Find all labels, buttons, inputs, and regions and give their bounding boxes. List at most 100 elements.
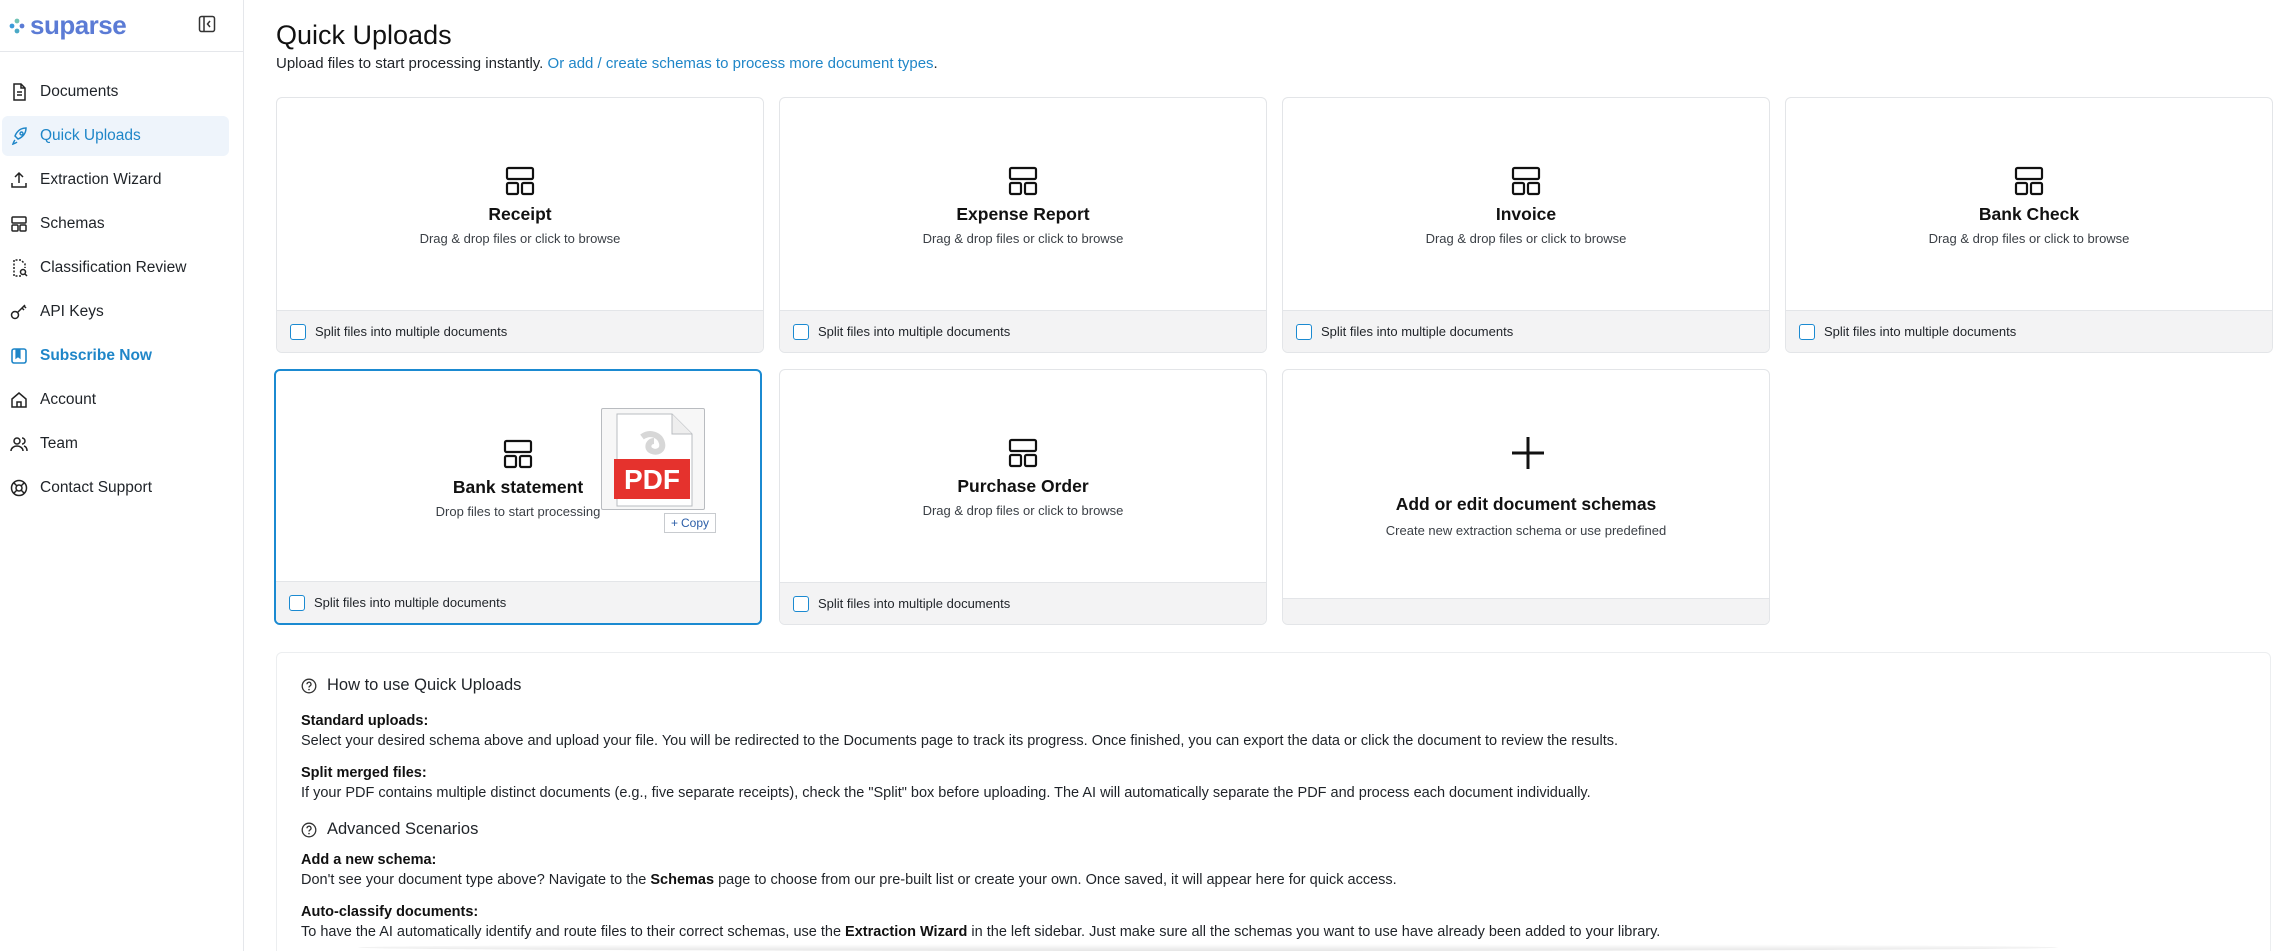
sidebar-item-contact-support[interactable]: Contact Support <box>2 468 229 508</box>
sidebar-item-documents[interactable]: Documents <box>2 72 229 112</box>
split-label[interactable]: Split files into multiple documents <box>1321 324 1513 339</box>
main-content: Quick Uploads Upload files to start proc… <box>274 0 2285 951</box>
collapse-sidebar-icon[interactable] <box>198 15 216 33</box>
sidebar-item-label: Classification Review <box>40 259 187 276</box>
schema-icon <box>1511 166 1541 196</box>
app-logo[interactable]: suparse <box>8 10 127 41</box>
sidebar-item-label: API Keys <box>40 303 104 320</box>
dropzone[interactable]: Invoice Drag & drop files or click to br… <box>1283 98 1769 312</box>
sidebar-item-team[interactable]: Team <box>2 424 229 464</box>
split-checkbox[interactable] <box>1799 323 1815 340</box>
split-option: Split files into multiple documents <box>276 581 760 623</box>
upload-card-purchase-order[interactable]: Purchase Order Drag & drop files or clic… <box>779 369 1267 625</box>
schema-icon <box>1008 166 1038 196</box>
split-label[interactable]: Split files into multiple documents <box>818 324 1010 339</box>
auto-classify-text: To have the AI automatically identify an… <box>301 924 1660 940</box>
brand-name: suparse <box>30 10 127 40</box>
help-heading: How to use Quick Uploads <box>301 676 521 695</box>
schema-icon <box>1008 438 1038 468</box>
card-title: Receipt <box>488 204 552 224</box>
sidebar-item-schemas[interactable]: Schemas <box>2 204 229 244</box>
help-panel: How to use Quick Uploads Standard upload… <box>276 652 2271 951</box>
advanced-heading-text: Advanced Scenarios <box>327 820 479 838</box>
page-title: Quick Uploads <box>276 20 452 50</box>
split-label[interactable]: Split files into multiple documents <box>1824 324 2016 339</box>
sidebar-nav: Documents Quick Uploads Extraction Wizar… <box>0 52 243 508</box>
subtitle-text: Upload files to start processing instant… <box>276 55 548 72</box>
extraction-wizard-bold: Extraction Wizard <box>845 924 968 940</box>
sidebar-item-label: Team <box>40 435 78 452</box>
pdf-file-icon: PDF <box>614 413 693 507</box>
sidebar-item-label: Contact Support <box>40 479 153 496</box>
brand-bar: suparse <box>0 0 243 52</box>
split-option: Split files into multiple documents <box>1283 310 1769 352</box>
team-icon <box>10 437 28 452</box>
sidebar-item-quick-uploads[interactable]: Quick Uploads <box>2 116 229 156</box>
add-card-footer <box>1283 598 1769 624</box>
subtitle-end: . <box>933 55 938 72</box>
dragged-file-preview: PDF <box>601 408 705 510</box>
sidebar-item-api-keys[interactable]: API Keys <box>2 292 229 332</box>
schema-icon <box>11 216 27 232</box>
add-schema-card[interactable]: Add or edit document schemas Create new … <box>1282 369 1770 625</box>
upload-card-receipt[interactable]: Receipt Drag & drop files or click to br… <box>276 97 764 353</box>
schema-icon <box>503 439 533 469</box>
sidebar-item-label: Quick Uploads <box>40 127 141 144</box>
sidebar-item-extraction-wizard[interactable]: Extraction Wizard <box>2 160 229 200</box>
upload-card-expense-report[interactable]: Expense Report Drag & drop files or clic… <box>779 97 1267 353</box>
split-label[interactable]: Split files into multiple documents <box>315 324 507 339</box>
dropzone[interactable]: Purchase Order Drag & drop files or clic… <box>780 370 1266 584</box>
upload-card-bank-check[interactable]: Bank Check Drag & drop files or click to… <box>1785 97 2273 353</box>
advanced-heading: Advanced Scenarios <box>301 820 478 839</box>
upload-card-invoice[interactable]: Invoice Drag & drop files or click to br… <box>1282 97 1770 353</box>
split-label[interactable]: Split files into multiple documents <box>818 596 1010 611</box>
card-title: Invoice <box>1495 204 1557 224</box>
help-text-part: page to choose from our pre-built list o… <box>714 872 1397 888</box>
bottom-scroll-shadow <box>358 944 2058 951</box>
split-files-title: Split merged files: <box>301 765 427 781</box>
standard-uploads-title: Standard uploads: <box>301 713 429 729</box>
split-checkbox[interactable] <box>793 595 809 612</box>
support-icon <box>10 479 28 497</box>
copy-label: Copy <box>681 516 710 530</box>
help-text-part: Don't see your document type above? Navi… <box>301 872 651 888</box>
plus-icon <box>1512 437 1544 469</box>
sidebar-item-classification-review[interactable]: Classification Review <box>2 248 229 288</box>
card-hint: Drag & drop files or click to browse <box>419 231 621 246</box>
dropzone[interactable]: Receipt Drag & drop files or click to br… <box>277 98 763 312</box>
sidebar-item-account[interactable]: Account <box>2 380 229 420</box>
schema-icon <box>505 166 535 196</box>
split-files-text: If your PDF contains multiple distinct d… <box>301 785 1591 801</box>
add-schema-title: Add or edit document schemas <box>1395 494 1657 514</box>
card-title: Purchase Order <box>957 476 1089 496</box>
help-text-part: in the left sidebar. Just make sure all … <box>967 924 1661 940</box>
dropzone[interactable]: Expense Report Drag & drop files or clic… <box>780 98 1266 312</box>
upload-icon <box>11 171 27 188</box>
card-hint: Drop files to start processing <box>435 504 601 519</box>
drag-copy-badge: + Copy <box>664 513 717 533</box>
schema-icon <box>2014 166 2044 196</box>
split-checkbox[interactable] <box>289 594 305 611</box>
add-schema-hint: Create new extraction schema or use pred… <box>1385 523 1667 538</box>
card-hint: Drag & drop files or click to browse <box>922 231 1124 246</box>
card-title: Expense Report <box>956 204 1090 224</box>
sidebar-item-label: Extraction Wizard <box>40 171 162 188</box>
card-hint: Drag & drop files or click to browse <box>1425 231 1627 246</box>
split-checkbox[interactable] <box>793 323 809 340</box>
help-heading-text: How to use Quick Uploads <box>327 676 522 694</box>
split-checkbox[interactable] <box>1296 323 1312 340</box>
sidebar-item-label: Account <box>40 391 97 408</box>
sidebar-item-label: Documents <box>40 83 119 100</box>
schemas-link[interactable]: Or add / create schemas to process more … <box>548 55 934 72</box>
split-checkbox[interactable] <box>290 323 306 340</box>
schemas-bold: Schemas <box>650 872 715 888</box>
sidebar-item-subscribe-now[interactable]: Subscribe Now <box>2 336 229 376</box>
split-label[interactable]: Split files into multiple documents <box>314 595 506 610</box>
subscribe-icon <box>11 348 27 364</box>
page-subtitle: Upload files to start processing instant… <box>276 55 938 72</box>
standard-uploads-text: Select your desired schema above and upl… <box>301 733 1619 749</box>
key-icon <box>10 304 27 320</box>
sidebar-item-label: Schemas <box>40 215 105 232</box>
help-circle-icon <box>301 678 317 693</box>
dropzone[interactable]: Bank Check Drag & drop files or click to… <box>1786 98 2272 312</box>
